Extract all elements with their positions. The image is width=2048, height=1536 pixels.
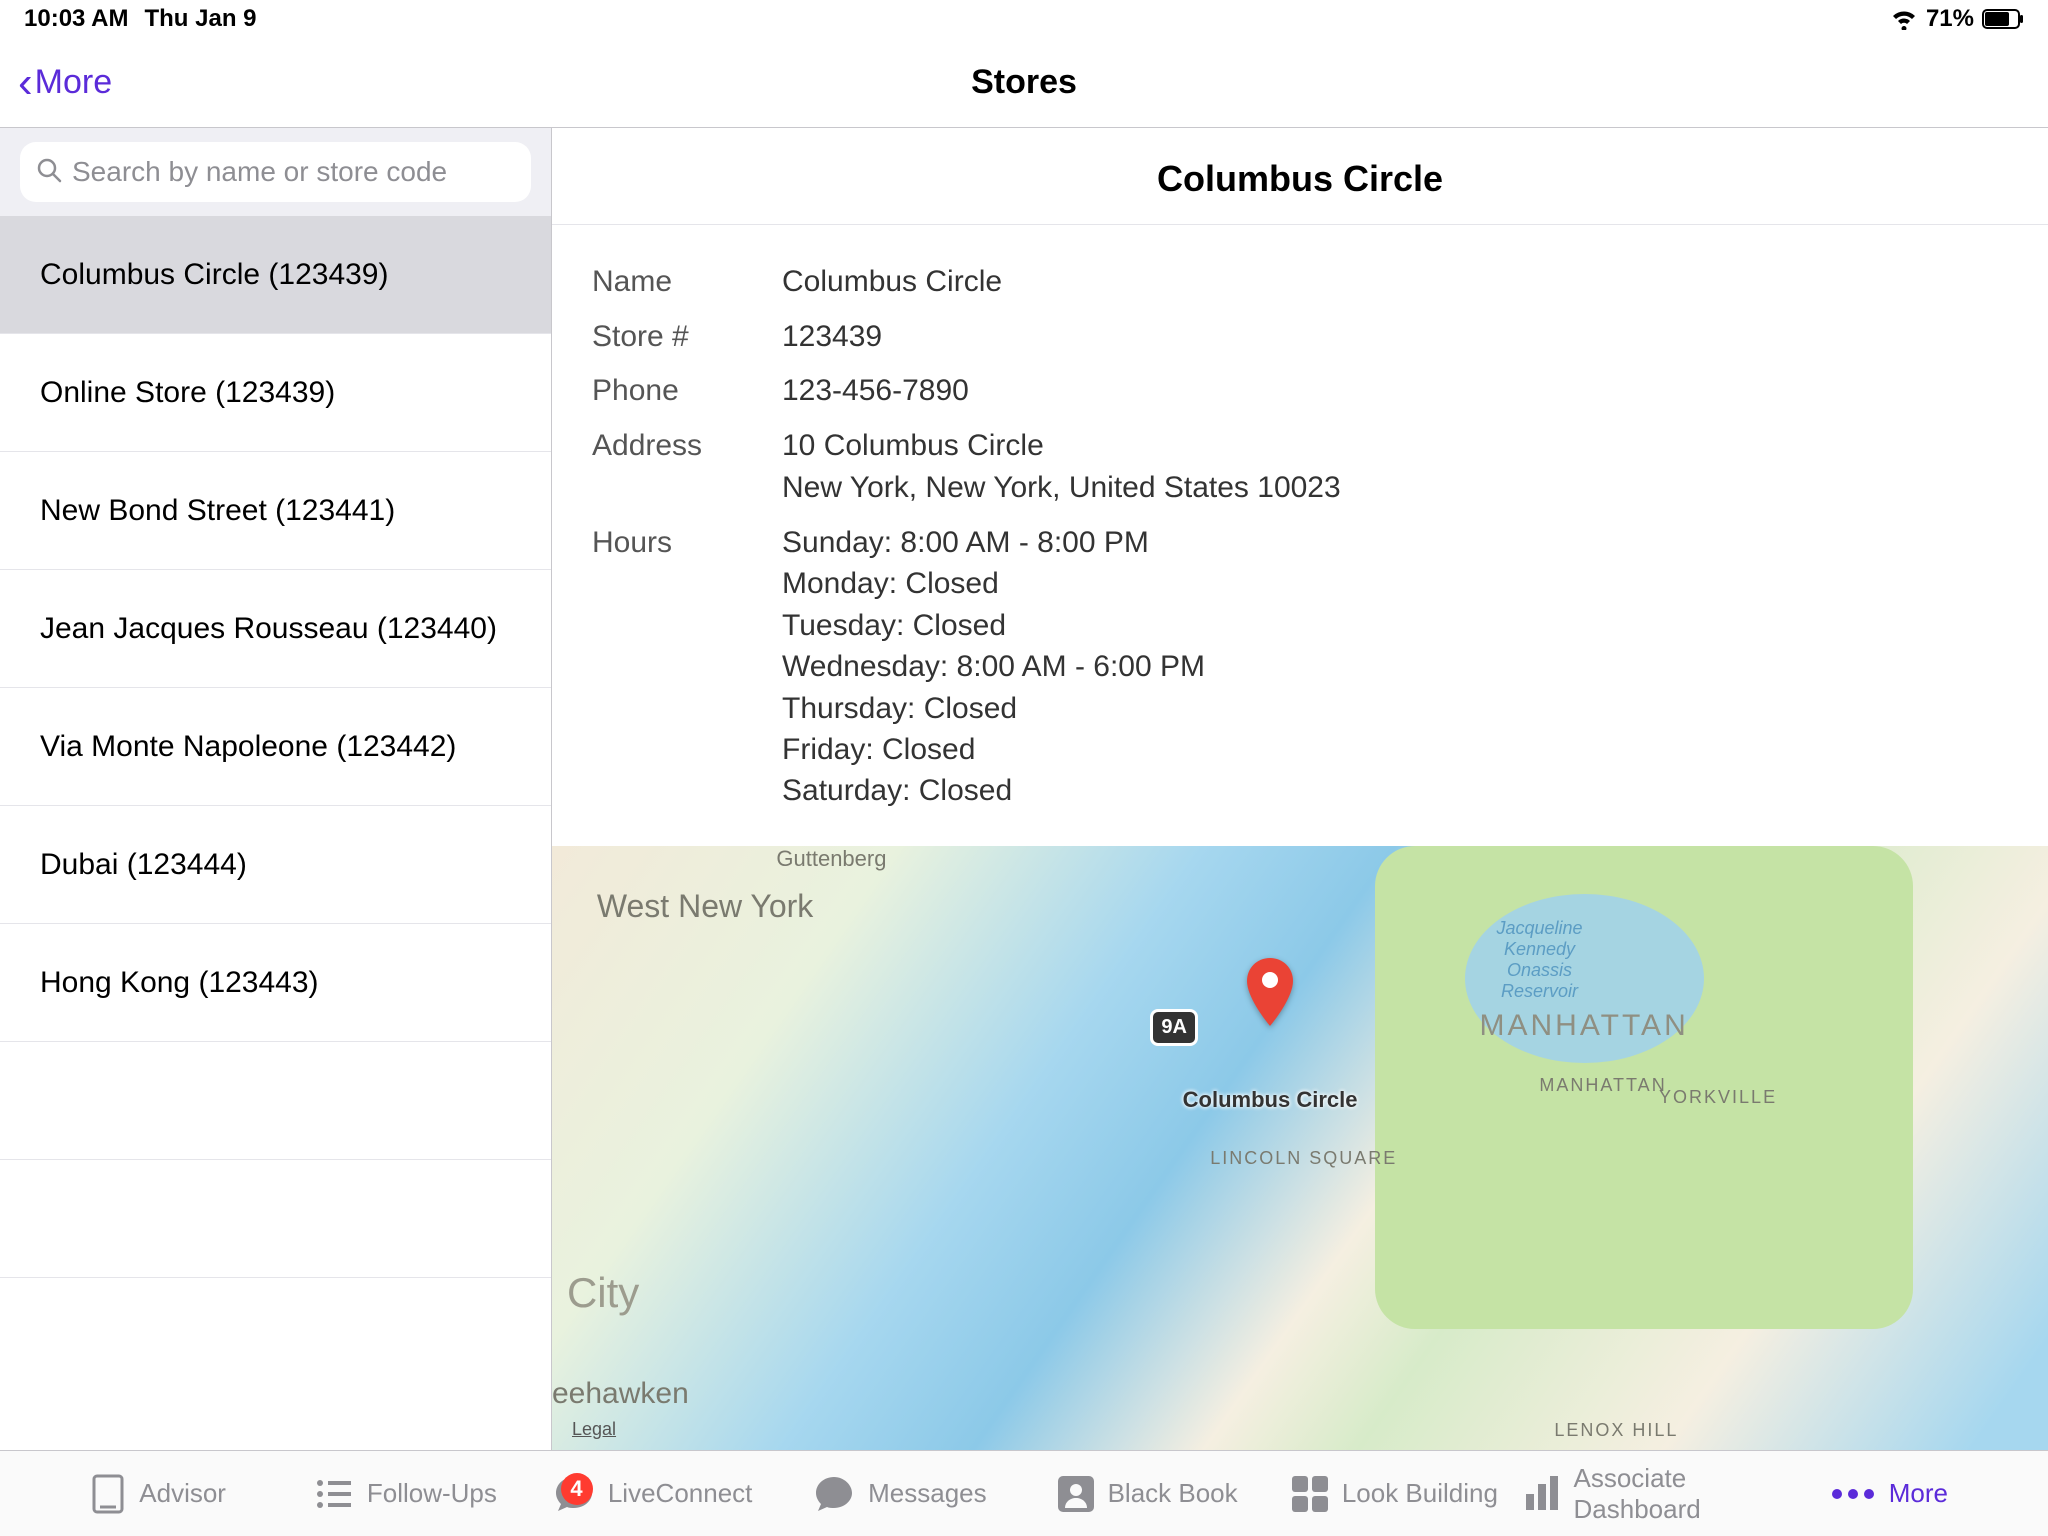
- tab-messages[interactable]: Messages: [782, 1475, 1019, 1513]
- search-input[interactable]: [72, 156, 515, 188]
- hours-label: Hours: [592, 522, 782, 812]
- tab-followups[interactable]: Follow-Ups: [287, 1477, 524, 1511]
- store-item[interactable]: Online Store (123439): [0, 334, 551, 452]
- hours-line: Saturday: Closed: [782, 770, 1205, 811]
- hours-line: Wednesday: 8:00 AM - 6:00 PM: [782, 646, 1205, 687]
- map-pin-label: Columbus Circle: [1183, 1087, 1358, 1113]
- phone-label: Phone: [592, 370, 782, 413]
- back-label: More: [35, 63, 112, 102]
- name-value: Columbus Circle: [782, 261, 1002, 304]
- sidebar: Columbus Circle (123439) Online Store (1…: [0, 128, 552, 1450]
- tab-advisor[interactable]: Advisor: [40, 1474, 277, 1514]
- grid-icon: [1292, 1476, 1328, 1512]
- road-badge: 9A: [1150, 1009, 1198, 1046]
- search-container: [0, 128, 551, 216]
- map-label: City: [567, 1269, 639, 1317]
- map-reservoir-label: Jacqueline Kennedy Onassis Reservoir: [1480, 918, 1600, 1002]
- map-pin-icon[interactable]: [1243, 958, 1297, 1033]
- detail-pane: Columbus Circle Name Columbus Circle Sto…: [552, 128, 2048, 1450]
- map-label: LINCOLN SQUARE: [1210, 1148, 1397, 1169]
- list-icon: [315, 1477, 353, 1511]
- map-label: West New York: [597, 888, 813, 925]
- address-line1: 10 Columbus Circle: [782, 425, 1341, 468]
- bar-chart-icon: [1524, 1476, 1560, 1512]
- tab-label: Messages: [868, 1478, 987, 1509]
- badge: 4: [561, 1473, 593, 1505]
- hours-line: Monday: Closed: [782, 563, 1205, 604]
- store-item[interactable]: New Bond Street (123441): [0, 452, 551, 570]
- map-label: Guttenberg: [776, 846, 886, 872]
- hours-block: Sunday: 8:00 AM - 8:00 PM Monday: Closed…: [782, 522, 1205, 812]
- store-item-empty: [0, 1160, 551, 1278]
- map-label: MANHATTAN: [1539, 1075, 1666, 1096]
- map-label: MANHATTAN: [1480, 1009, 1689, 1043]
- hours-line: Sunday: 8:00 AM - 8:00 PM: [782, 522, 1205, 563]
- map-label: YORKVILLE: [1659, 1087, 1777, 1108]
- phone-value: 123-456-7890: [782, 370, 969, 413]
- tab-liveconnect[interactable]: 4 LiveConnect: [535, 1475, 772, 1513]
- tab-label: Follow-Ups: [367, 1478, 497, 1509]
- address-line2: New York, New York, United States 10023: [782, 467, 1341, 510]
- map-view[interactable]: Guttenberg West New York City eehawken M…: [552, 846, 2048, 1450]
- chevron-left-icon: ‹: [18, 61, 33, 105]
- battery-percent: 71%: [1926, 5, 1974, 33]
- store-item[interactable]: Dubai (123444): [0, 806, 551, 924]
- store-item[interactable]: Via Monte Napoleone (123442): [0, 688, 551, 806]
- chat-icon: [814, 1475, 854, 1513]
- store-item[interactable]: Jean Jacques Rousseau (123440): [0, 570, 551, 688]
- nav-bar: ‹ More Stores: [0, 38, 2048, 128]
- address-label: Address: [592, 425, 782, 510]
- tab-label: Associate Dashboard: [1574, 1463, 1761, 1525]
- hours-line: Thursday: Closed: [782, 688, 1205, 729]
- store-number-label: Store #: [592, 316, 782, 359]
- tab-label: More: [1889, 1478, 1948, 1509]
- page-title: Stores: [971, 63, 1077, 102]
- search-icon: [36, 157, 62, 188]
- person-square-icon: [1058, 1476, 1094, 1512]
- back-button[interactable]: ‹ More: [0, 61, 112, 105]
- more-icon: [1831, 1488, 1875, 1500]
- store-item-empty: [0, 1042, 551, 1160]
- tab-label: LiveConnect: [608, 1478, 753, 1509]
- tab-bar: Advisor Follow-Ups 4 LiveConnect Message…: [0, 1450, 2048, 1536]
- hours-line: Friday: Closed: [782, 729, 1205, 770]
- store-item[interactable]: Hong Kong (123443): [0, 924, 551, 1042]
- map-label: eehawken: [552, 1377, 689, 1411]
- status-bar: 10:03 AM Thu Jan 9 71%: [0, 0, 2048, 38]
- status-date: Thu Jan 9: [144, 5, 256, 33]
- tab-label: Black Book: [1108, 1478, 1238, 1509]
- tab-blackbook[interactable]: Black Book: [1029, 1476, 1266, 1512]
- tablet-icon: [91, 1474, 125, 1514]
- hours-line: Tuesday: Closed: [782, 605, 1205, 646]
- tab-label: Look Building: [1342, 1478, 1498, 1509]
- tab-lookbuilding[interactable]: Look Building: [1276, 1476, 1513, 1512]
- store-number-value: 123439: [782, 316, 882, 359]
- status-time: 10:03 AM: [24, 5, 128, 33]
- store-item[interactable]: Columbus Circle (123439): [0, 216, 551, 334]
- battery-icon: [1982, 9, 2024, 29]
- name-label: Name: [592, 261, 782, 304]
- map-legal-link[interactable]: Legal: [572, 1419, 616, 1440]
- search-field[interactable]: [20, 142, 531, 202]
- tab-more[interactable]: More: [1771, 1478, 2008, 1509]
- store-list[interactable]: Columbus Circle (123439) Online Store (1…: [0, 216, 551, 1450]
- tab-dashboard[interactable]: Associate Dashboard: [1524, 1463, 1761, 1525]
- wifi-icon: [1890, 8, 1918, 30]
- detail-title: Columbus Circle: [552, 128, 2048, 225]
- detail-body: Name Columbus Circle Store # 123439 Phon…: [552, 225, 2048, 846]
- map-label: LENOX HILL: [1554, 1420, 1678, 1441]
- tab-label: Advisor: [139, 1478, 226, 1509]
